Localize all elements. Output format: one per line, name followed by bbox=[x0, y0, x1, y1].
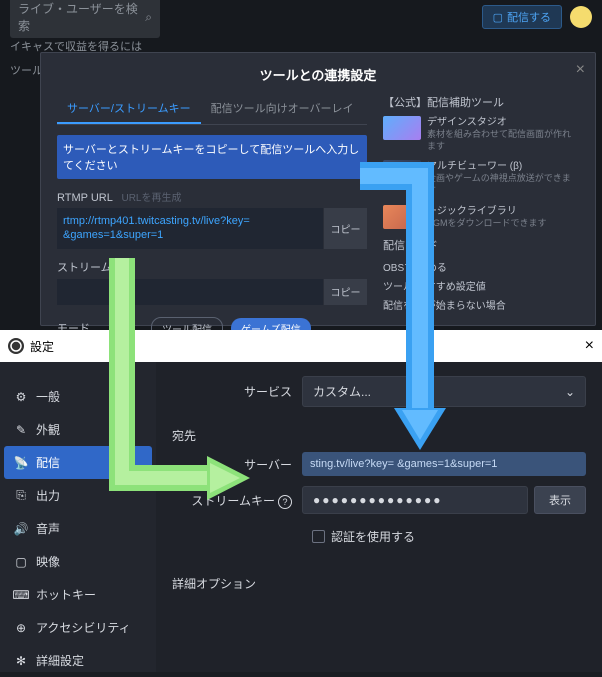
tabs: サーバー/ストリームキー 配信ツール向けオーバーレイ bbox=[57, 94, 367, 125]
rtmp-label: RTMP URL URLを再生成 bbox=[57, 189, 367, 204]
sidebar-item-audio[interactable]: 🔊音声 bbox=[0, 512, 156, 545]
top-bar: ライブ・ユーザーを検索 ⌕ ▢ 配信する bbox=[0, 0, 602, 34]
modal-right: 【公式】配信補助ツール デザインスタジオ素材を組み合わせて配信画面が作れます マ… bbox=[383, 94, 579, 361]
streamkey-label: ストリームキー? bbox=[172, 492, 302, 509]
server-label: サーバー bbox=[172, 456, 302, 473]
chevron-down-icon: ⌄ bbox=[565, 385, 575, 399]
modal-title: ツールとの連携設定 bbox=[57, 65, 579, 84]
server-input[interactable]: sting.tv/live?key= &games=1&super=1 bbox=[302, 452, 586, 476]
camera-icon: ▢ bbox=[493, 11, 503, 24]
copy-hint: サーバーとストリームキーをコピーして配信ツールへ入力してください bbox=[57, 135, 367, 179]
sidebar-item-appearance[interactable]: ✎外観 bbox=[0, 413, 156, 446]
destination-heading: 宛先 bbox=[172, 427, 586, 444]
sidebar-item-general[interactable]: ⚙一般 bbox=[0, 380, 156, 413]
checkbox-icon[interactable] bbox=[312, 530, 325, 543]
thumb-multiview bbox=[383, 160, 421, 184]
thumb-music bbox=[383, 205, 421, 229]
search-input[interactable]: ライブ・ユーザーを検索 ⌕ bbox=[10, 0, 160, 38]
sidebar-item-accessibility[interactable]: ⊕アクセシビリティ bbox=[0, 611, 156, 644]
output-icon: ⎘ bbox=[14, 489, 28, 503]
tool-item-multiview[interactable]: マルチビューワー (β)企画やゲームの神視点放送ができます bbox=[383, 160, 579, 196]
close-icon[interactable]: × bbox=[576, 61, 585, 79]
sidebar-item-output[interactable]: ⎘出力 bbox=[0, 479, 156, 512]
auth-checkbox-row[interactable]: 認証を使用する bbox=[312, 528, 586, 545]
obs-title-text: 設定 bbox=[30, 338, 54, 355]
rtmp-url-field[interactable]: rtmp://rtmp401.twitcasting.tv/live?key= … bbox=[57, 208, 323, 249]
antenna-icon: 📡 bbox=[14, 456, 28, 470]
modal-left: サーバー/ストリームキー 配信ツール向けオーバーレイ サーバーとストリームキーを… bbox=[57, 94, 367, 361]
copy-key-button[interactable]: コピー bbox=[323, 279, 367, 305]
thumb-design bbox=[383, 116, 421, 140]
tool-item-music[interactable]: ージックライブラリBGMをダウンロードできます bbox=[383, 205, 579, 230]
sidebar-item-advanced[interactable]: ✻詳細設定 bbox=[0, 644, 156, 677]
obs-settings-window: 設定 × ⚙一般 ✎外観 📡配信 ⎘出力 🔊音声 ▢映像 ⌨ホットキー ⊕アクセ… bbox=[0, 330, 602, 672]
guide-link-troubleshoot[interactable]: 配信を開 が始まらない場合 bbox=[383, 297, 579, 312]
tools-heading: 【公式】配信補助ツール bbox=[383, 94, 579, 110]
guide-heading: 配信ガイド bbox=[383, 237, 579, 253]
brush-icon: ✎ bbox=[14, 423, 28, 437]
advanced-heading: 詳細オプション bbox=[172, 575, 586, 592]
speaker-icon: 🔊 bbox=[14, 522, 28, 536]
tab-server-key[interactable]: サーバー/ストリームキー bbox=[57, 94, 201, 124]
tool-item-design[interactable]: デザインスタジオ素材を組み合わせて配信画面が作れます bbox=[383, 116, 579, 152]
service-label: サービス bbox=[172, 383, 302, 400]
broadcast-button[interactable]: ▢ 配信する bbox=[482, 5, 562, 29]
obs-main-panel: サービス カスタム... ⌄ 宛先 サーバー sting.tv/live?key… bbox=[156, 362, 602, 672]
accessibility-icon: ⊕ bbox=[14, 621, 28, 635]
auth-label: 認証を使用する bbox=[331, 528, 415, 545]
guide-link-settings[interactable]: ツール配 すすめ設定値 bbox=[383, 278, 579, 293]
streamkey-label: ストリームキー bbox=[57, 259, 367, 275]
help-icon[interactable]: ? bbox=[278, 495, 292, 509]
tool-settings-modal: ツールとの連携設定 × サーバー/ストリームキー 配信ツール向けオーバーレイ サ… bbox=[40, 52, 596, 326]
service-select[interactable]: カスタム... ⌄ bbox=[302, 376, 586, 407]
streamkey-field[interactable] bbox=[57, 279, 323, 305]
broadcast-label: 配信する bbox=[507, 9, 551, 25]
guide-link-obs[interactable]: OBSで配 める bbox=[383, 259, 579, 274]
sidebar-item-stream[interactable]: 📡配信 bbox=[4, 446, 152, 479]
obs-logo-icon bbox=[8, 338, 24, 354]
sidebar-item-hotkeys[interactable]: ⌨ホットキー bbox=[0, 578, 156, 611]
close-icon[interactable]: × bbox=[585, 337, 594, 355]
gear-icon: ⚙ bbox=[14, 390, 28, 404]
streamkey-input[interactable]: ●●●●●●●●●●●●●● bbox=[302, 486, 528, 514]
copy-rtmp-button[interactable]: コピー bbox=[323, 208, 367, 249]
search-placeholder: ライブ・ユーザーを検索 bbox=[18, 0, 145, 34]
obs-sidebar: ⚙一般 ✎外観 📡配信 ⎘出力 🔊音声 ▢映像 ⌨ホットキー ⊕アクセシビリティ… bbox=[0, 362, 156, 672]
monitor-icon: ▢ bbox=[14, 555, 28, 569]
search-icon: ⌕ bbox=[145, 10, 152, 25]
sidebar-item-video[interactable]: ▢映像 bbox=[0, 545, 156, 578]
rtmp-label-text: RTMP URL bbox=[57, 192, 112, 204]
service-value: カスタム... bbox=[313, 383, 371, 400]
tab-overlay[interactable]: 配信ツール向けオーバーレイ bbox=[201, 94, 364, 124]
tools-icon: ✻ bbox=[14, 654, 28, 668]
show-button[interactable]: 表示 bbox=[534, 486, 586, 514]
keyboard-icon: ⌨ bbox=[14, 588, 28, 602]
avatar[interactable] bbox=[570, 6, 592, 28]
rtmp-regen-link[interactable]: URLを再生成 bbox=[121, 193, 181, 204]
obs-titlebar: 設定 × bbox=[0, 330, 602, 362]
